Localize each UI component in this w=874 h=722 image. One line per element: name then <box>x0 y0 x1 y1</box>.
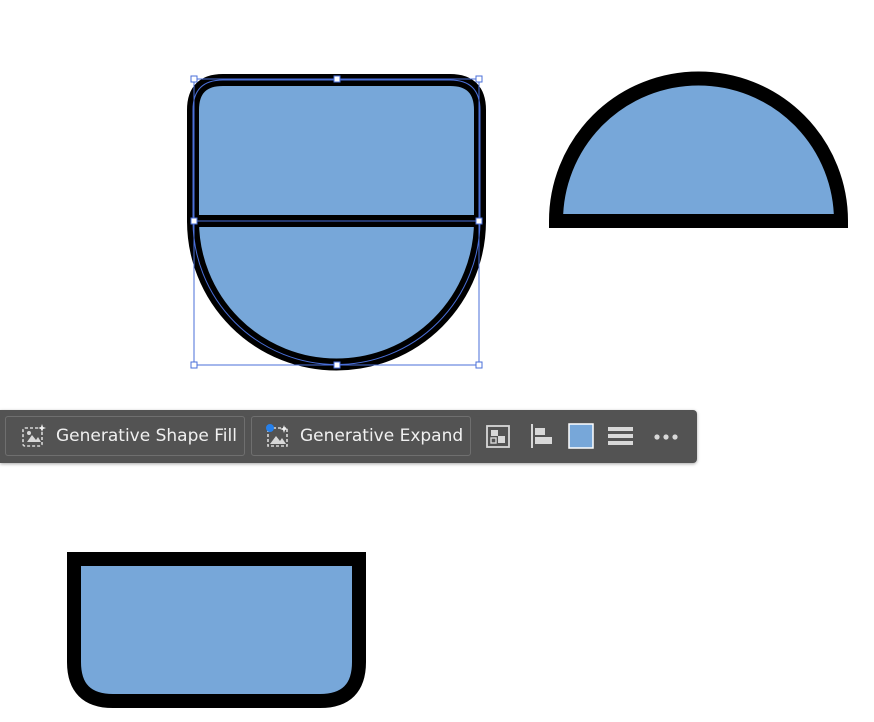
arrange-icon[interactable] <box>484 422 512 450</box>
contextual-task-bar: Generative Shape Fill Generative Expand <box>0 410 697 463</box>
handle-bottom-center[interactable] <box>333 361 341 369</box>
generative-shape-fill-label: Generative Shape Fill <box>56 426 237 446</box>
more-options-icon[interactable] <box>652 422 680 450</box>
handle-top-left[interactable] <box>190 75 198 83</box>
top-rounded-rect-shape[interactable] <box>187 74 486 227</box>
stroke-lines-icon[interactable] <box>607 422 635 450</box>
handle-middle-left[interactable] <box>190 217 198 225</box>
generative-shape-fill-button[interactable]: Generative Shape Fill <box>5 416 245 456</box>
generative-expand-button[interactable]: Generative Expand <box>251 416 471 456</box>
generative-shape-fill-icon <box>20 422 48 450</box>
canvas-artwork <box>67 71 849 708</box>
generative-expand-icon <box>264 422 292 450</box>
half-circle-shape[interactable] <box>548 71 849 228</box>
selected-shape-group[interactable] <box>187 74 486 371</box>
handle-top-center[interactable] <box>333 75 341 83</box>
generative-expand-label: Generative Expand <box>300 426 464 446</box>
fill-color-swatch[interactable] <box>568 422 596 450</box>
rounded-bottom-shape[interactable] <box>67 552 366 708</box>
handle-bottom-left[interactable] <box>190 361 198 369</box>
handle-bottom-right[interactable] <box>475 361 483 369</box>
handle-top-right[interactable] <box>475 75 483 83</box>
bottom-half-circle-shape[interactable] <box>187 215 486 371</box>
handle-middle-right[interactable] <box>475 217 483 225</box>
align-left-icon[interactable] <box>528 422 556 450</box>
artboard-canvas[interactable] <box>0 0 874 722</box>
